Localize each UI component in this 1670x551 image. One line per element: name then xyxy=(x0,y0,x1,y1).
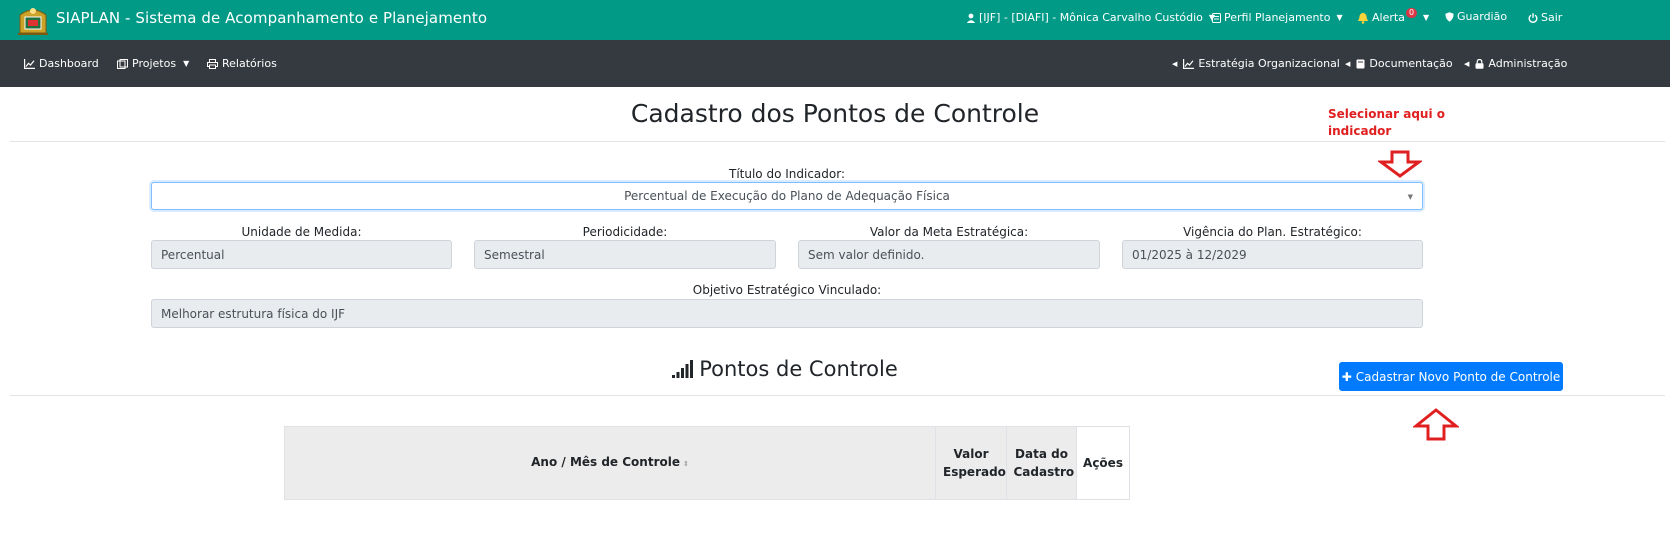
nav-dashboard[interactable]: Dashboard xyxy=(24,57,99,70)
line-chart-icon xyxy=(24,58,35,69)
chevron-left-icon: ◀ xyxy=(1172,59,1178,68)
print-icon xyxy=(207,58,218,69)
objective-field: Melhorar estrutura física do IJF xyxy=(151,299,1423,328)
nav-relatorios[interactable]: Relatórios xyxy=(207,57,277,70)
chevron-down-icon: ▼ xyxy=(183,59,190,68)
nav-documentacao[interactable]: ◀ Documentação xyxy=(1345,57,1453,70)
unit-field: Percentual xyxy=(151,240,452,269)
nav-projetos[interactable]: Projetos ▼ xyxy=(117,57,189,70)
nav-dashboard-label: Dashboard xyxy=(39,57,99,70)
projects-icon xyxy=(117,58,128,69)
profile-menu[interactable]: Perfil Planejamento ▼ xyxy=(1212,11,1343,24)
guardian-label: Guardião xyxy=(1457,10,1508,23)
shield-icon xyxy=(1445,11,1454,22)
arrow-up-icon xyxy=(1413,408,1459,441)
bell-icon xyxy=(1358,12,1368,24)
id-card-icon xyxy=(1212,12,1221,23)
column-header-registration-date: Data do Cadastro xyxy=(1006,426,1077,500)
logout-label: Sair xyxy=(1541,11,1563,24)
book-icon xyxy=(1356,59,1365,68)
add-control-point-button[interactable]: ✚ Cadastrar Novo Ponto de Controle xyxy=(1339,362,1563,391)
control-points-title: Pontos de Controle xyxy=(0,357,1570,381)
alert-label: Alerta xyxy=(1372,11,1405,24)
plus-icon: ✚ xyxy=(1341,369,1352,384)
top-bar: SIAPLAN - Sistema de Acompanhamento e Pl… xyxy=(0,0,1670,40)
annotation-select-hint: Selecionar aqui o indicador xyxy=(1328,107,1446,138)
nav-administracao-label: Administração xyxy=(1488,57,1568,70)
nav-administracao[interactable]: ◀ Administração xyxy=(1464,57,1567,70)
strategic-goal-label: Valor da Meta Estratégica: xyxy=(869,225,1029,239)
plan-validity-field: 01/2025 à 12/2029 xyxy=(1122,240,1423,269)
profile-label: Perfil Planejamento xyxy=(1224,11,1331,24)
logout-button[interactable]: Sair xyxy=(1528,11,1562,24)
nav-relatorios-label: Relatórios xyxy=(222,57,277,70)
nav-estrategia-label: Estratégia Organizacional xyxy=(1198,57,1340,70)
unit-label: Unidade de Medida: xyxy=(241,225,362,239)
sort-icon: ⇕ xyxy=(683,460,689,468)
chevron-left-icon: ◀ xyxy=(1464,59,1470,68)
nav-projetos-label: Projetos xyxy=(132,57,177,70)
add-control-point-label: Cadastrar Novo Ponto de Controle xyxy=(1355,369,1561,384)
periodicity-field: Semestral xyxy=(474,240,776,269)
strategic-goal-field: Sem valor definido. xyxy=(798,240,1100,269)
app-title[interactable]: SIAPLAN - Sistema de Acompanhamento e Pl… xyxy=(56,9,487,27)
nav-estrategia[interactable]: ◀ Estratégia Organizacional xyxy=(1172,57,1340,70)
user-menu[interactable]: [IJF] - [DIAFI] - Mônica Carvalho Custód… xyxy=(966,11,1215,24)
column-header-expected-value: Valor Esperado xyxy=(935,426,1007,500)
indicator-select[interactable]: Percentual de Execução do Plano de Adequ… xyxy=(151,182,1423,210)
chevron-down-icon: ▼ xyxy=(1407,193,1413,201)
indicator-selected-value: Percentual de Execução do Plano de Adequ… xyxy=(624,189,950,203)
objective-label: Objetivo Estratégico Vinculado: xyxy=(692,283,882,297)
alert-count-badge: 0 xyxy=(1405,7,1418,18)
plan-validity-label: Vigência do Plan. Estratégico: xyxy=(1183,225,1362,239)
indicator-label: Título do Indicador: xyxy=(728,167,845,181)
periodicity-label: Periodicidade: xyxy=(582,225,668,239)
power-icon xyxy=(1528,12,1538,23)
control-points-title-text: Pontos de Controle xyxy=(699,357,898,381)
signal-bars-icon xyxy=(672,360,694,378)
guardian-link[interactable]: Guardião xyxy=(1445,10,1507,23)
divider xyxy=(10,395,1665,396)
main-navbar: Dashboard Projetos ▼ Relatórios ◀ Estrat… xyxy=(0,40,1670,87)
column-header-year-month[interactable]: Ano / Mês de Controle ⇕ xyxy=(284,426,936,500)
divider xyxy=(10,141,1665,142)
institution-logo-icon xyxy=(18,8,48,35)
chevron-left-icon: ◀ xyxy=(1345,59,1351,68)
control-points-table: Ano / Mês de Controle ⇕ Valor Esperado Da… xyxy=(284,426,1130,500)
alert-menu[interactable]: Alerta 0 ▼ xyxy=(1357,7,1430,24)
line-chart-icon xyxy=(1183,58,1195,69)
column-header-actions: Ações xyxy=(1076,426,1130,500)
chevron-down-icon: ▼ xyxy=(1336,13,1343,22)
lock-icon xyxy=(1475,58,1484,69)
nav-documentacao-label: Documentação xyxy=(1369,57,1453,70)
user-icon xyxy=(966,13,976,23)
chevron-down-icon: ▼ xyxy=(1423,13,1430,22)
user-name: [IJF] - [DIAFI] - Mônica Carvalho Custód… xyxy=(979,11,1203,24)
